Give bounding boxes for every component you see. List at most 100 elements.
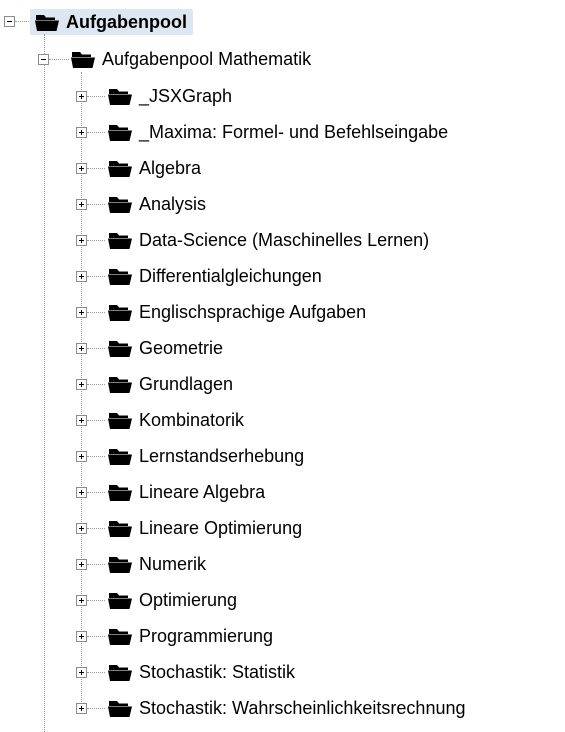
plus-icon-stroke (81, 418, 82, 423)
tree-node-label: Stochastik: Wahrscheinlichkeitsrechnung (139, 698, 466, 718)
tree-node-label: Lineare Optimierung (139, 518, 303, 538)
minus-icon (7, 21, 12, 22)
tree-node-label: Stochastik: Statistik (139, 662, 296, 682)
folder-icon (107, 85, 133, 107)
plus-icon-stroke (81, 310, 82, 315)
plus-icon-stroke (81, 634, 82, 639)
folder-icon (107, 301, 133, 323)
expand-toggle[interactable] (76, 163, 87, 174)
plus-icon-stroke (81, 562, 82, 567)
tree-node[interactable]: Differentialgleichungen (107, 263, 322, 289)
expand-toggle[interactable] (76, 451, 87, 462)
folder-icon (107, 121, 133, 143)
expand-toggle[interactable] (76, 559, 87, 570)
expand-toggle[interactable] (76, 703, 87, 714)
tree-connector (87, 276, 105, 277)
plus-icon-stroke (81, 526, 82, 531)
tree-node-label: Programmierung (139, 626, 274, 646)
tree-node-label: Geometrie (139, 338, 224, 358)
folder-icon (107, 625, 133, 647)
plus-icon-stroke (81, 130, 82, 135)
folder-icon (34, 11, 60, 33)
tree-node[interactable]: Lernstandserhebung (107, 443, 304, 469)
tree-node[interactable]: Lineare Algebra (107, 479, 265, 505)
expand-toggle[interactable] (76, 127, 87, 138)
tree-node-label: Data-Science (Maschinelles Lernen) (139, 230, 430, 250)
expand-toggle[interactable] (76, 271, 87, 282)
plus-icon-stroke (81, 202, 82, 207)
tree-node-label: Algebra (139, 158, 202, 178)
tree-node[interactable]: Algebra (107, 155, 201, 181)
category-tree: Aufgabenpool Aufgabenpool Mathematik _JS… (0, 0, 565, 732)
plus-icon-stroke (81, 382, 82, 387)
tree-node[interactable]: Data-Science (Maschinelles Lernen) (107, 227, 429, 253)
folder-icon (107, 409, 133, 431)
tree-node-label: Aufgabenpool (66, 12, 187, 32)
expand-toggle[interactable] (76, 379, 87, 390)
plus-icon-stroke (81, 598, 82, 603)
expand-toggle[interactable] (76, 343, 87, 354)
folder-icon (70, 48, 96, 70)
tree-node[interactable]: Programmierung (107, 623, 273, 649)
tree-node-mathematik[interactable]: Aufgabenpool Mathematik (70, 46, 311, 72)
tree-node[interactable]: Geometrie (107, 335, 223, 361)
tree-connector (87, 168, 105, 169)
folder-icon (107, 229, 133, 251)
tree-connector (87, 636, 105, 637)
expand-toggle[interactable] (76, 667, 87, 678)
folder-icon (107, 517, 133, 539)
tree-node-label: Numerik (139, 554, 207, 574)
tree-connector (87, 96, 105, 97)
plus-icon-stroke (81, 94, 82, 99)
folder-icon (107, 661, 133, 683)
expand-toggle[interactable] (76, 199, 87, 210)
expand-toggle[interactable] (76, 631, 87, 642)
tree-node[interactable]: _Maxima: Formel- und Befehlseingabe (107, 119, 448, 145)
tree-node[interactable]: Englischsprachige Aufgaben (107, 299, 366, 325)
tree-connector (87, 240, 105, 241)
tree-node[interactable]: Lineare Optimierung (107, 515, 302, 541)
folder-icon (107, 553, 133, 575)
expand-toggle[interactable] (76, 307, 87, 318)
folder-icon (107, 157, 133, 179)
expand-toggle[interactable] (76, 91, 87, 102)
minus-icon (41, 59, 46, 60)
expand-toggle[interactable] (76, 523, 87, 534)
tree-connector (15, 21, 29, 22)
tree-connector (49, 59, 69, 60)
plus-icon-stroke (81, 454, 82, 459)
tree-node-label: Kombinatorik (139, 410, 245, 430)
tree-connector (87, 420, 105, 421)
tree-node[interactable]: Kombinatorik (107, 407, 244, 433)
tree-node[interactable]: Analysis (107, 191, 206, 217)
tree-node[interactable]: Numerik (107, 551, 206, 577)
plus-icon-stroke (81, 706, 82, 711)
tree-node-label: Differentialgleichungen (139, 266, 322, 286)
tree-connector (87, 312, 105, 313)
plus-icon-stroke (81, 670, 82, 675)
tree-connector (87, 132, 105, 133)
expand-toggle[interactable] (76, 415, 87, 426)
expand-toggle[interactable] (76, 595, 87, 606)
tree-node[interactable]: Stochastik: Statistik (107, 659, 295, 685)
tree-node[interactable]: Stochastik: Wahrscheinlichkeitsrechnung (107, 695, 466, 721)
folder-icon (107, 589, 133, 611)
tree-node-label: _JSXGraph (139, 86, 233, 106)
tree-connector (87, 528, 105, 529)
expand-toggle[interactable] (76, 235, 87, 246)
collapse-toggle-root[interactable] (4, 16, 15, 27)
tree-node-root[interactable]: Aufgabenpool (30, 9, 193, 35)
tree-node[interactable]: _JSXGraph (107, 83, 232, 109)
plus-icon-stroke (81, 166, 82, 171)
tree-connector (87, 564, 105, 565)
tree-node[interactable]: Optimierung (107, 587, 237, 613)
tree-connector (87, 600, 105, 601)
folder-icon (107, 445, 133, 467)
expand-toggle[interactable] (76, 487, 87, 498)
plus-icon-stroke (81, 490, 82, 495)
plus-icon-stroke (81, 238, 82, 243)
tree-connector (87, 384, 105, 385)
tree-node[interactable]: Grundlagen (107, 371, 233, 397)
folder-icon (107, 373, 133, 395)
tree-node-label: Lernstandserhebung (139, 446, 305, 466)
